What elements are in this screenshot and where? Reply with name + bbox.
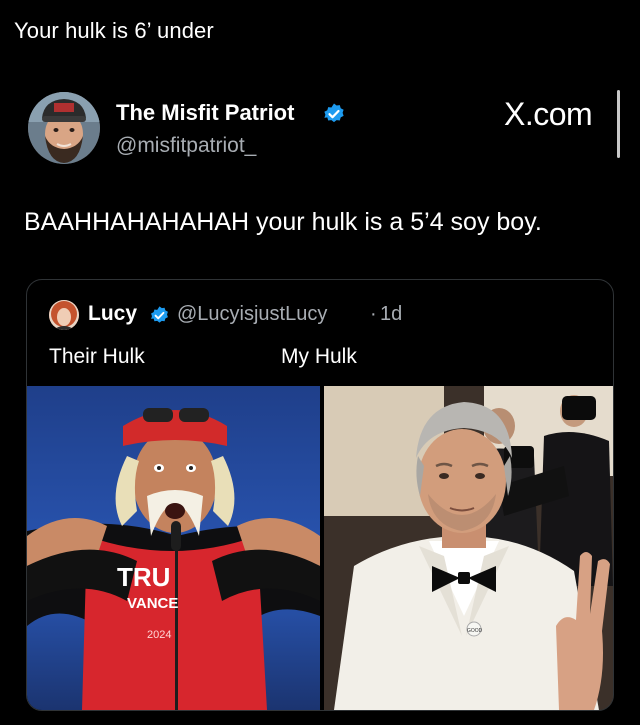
post-caption: Your hulk is 6’ under	[14, 18, 214, 43]
photo-their-hulk[interactable]: TRU VANCE 2024	[27, 386, 320, 710]
quote-text-left: Their Hulk	[49, 345, 145, 368]
quoted-tweet[interactable]: Lucy @LucyisjustLucy · 1d Their Hulk My …	[26, 279, 614, 711]
meta-separator: ·	[370, 303, 377, 325]
quote-author-avatar[interactable]	[49, 300, 79, 330]
author-handle[interactable]: @misfitpatriot_	[116, 134, 256, 158]
quote-author-name[interactable]: Lucy	[88, 302, 137, 326]
photo-my-hulk[interactable]: GOOD	[324, 386, 613, 710]
shirt-text: TRU	[117, 562, 170, 592]
quote-text-right: My Hulk	[281, 345, 357, 368]
shirt-text-2: VANCE	[127, 595, 178, 612]
shirt-text-year: 2024	[147, 629, 171, 641]
verified-badge-icon	[149, 305, 170, 326]
quote-timestamp[interactable]: 1d	[380, 303, 402, 326]
divider	[617, 90, 620, 158]
quote-author-handle[interactable]: @LucyisjustLucy	[177, 303, 327, 326]
author-name[interactable]: The Misfit Patriot	[116, 100, 294, 126]
author-avatar[interactable]	[28, 92, 100, 164]
brand-logo: X.com	[504, 96, 593, 132]
pin-text: GOOD	[467, 628, 483, 634]
verified-badge-icon	[322, 102, 346, 126]
tweet-text: BAAHHAHAHAHAH your hulk is a 5’4 soy boy…	[24, 208, 542, 236]
